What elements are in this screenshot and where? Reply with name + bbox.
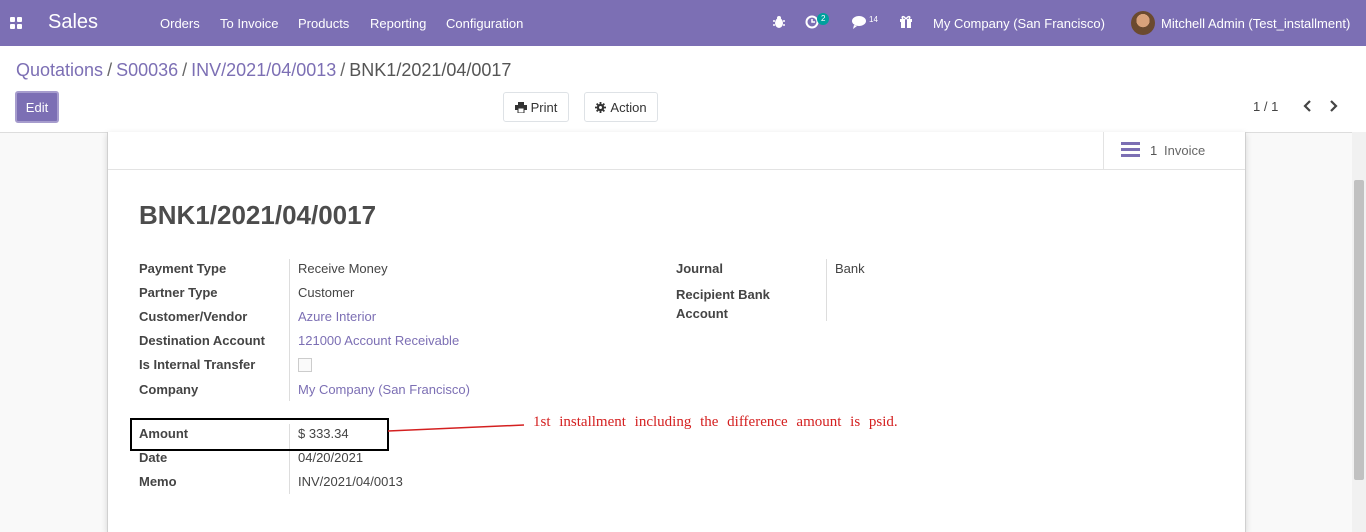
smart-button-box: 1 Invoice xyxy=(108,132,1245,170)
date-label: Date xyxy=(139,450,168,465)
edit-button-label: Edit xyxy=(25,99,49,115)
field-divider xyxy=(289,259,290,401)
form-sheet: 1 Invoice BNK1/2021/04/0017 Payment Type… xyxy=(107,132,1246,532)
breadcrumb-quotations[interactable]: Quotations xyxy=(16,60,103,80)
invoice-smart-button[interactable]: 1 Invoice xyxy=(1103,132,1245,170)
pager-value[interactable]: 1 / 1 xyxy=(1253,99,1278,114)
record-title: BNK1/2021/04/0017 xyxy=(139,200,377,230)
action-button[interactable]: Action xyxy=(584,92,658,122)
company-label: Company xyxy=(139,382,199,397)
annotation-arrow xyxy=(388,424,525,432)
scrollbar[interactable] xyxy=(1352,132,1366,532)
destination-account-label: Destination Account xyxy=(139,333,265,348)
edit-button[interactable]: Edit xyxy=(15,91,59,123)
partner-type-label: Partner Type xyxy=(139,285,218,300)
breadcrumb-invoice[interactable]: INV/2021/04/0013 xyxy=(191,60,336,80)
journal-label: Journal xyxy=(676,261,723,276)
annotation-note: 1st installment including the difference… xyxy=(533,414,898,430)
payment-type-label: Payment Type xyxy=(139,261,227,276)
partner-type-value: Customer xyxy=(298,285,355,300)
internal-transfer-label: Is Internal Transfer xyxy=(139,357,256,372)
gear-icon xyxy=(595,101,607,113)
destination-account-link[interactable]: 121000 Account Receivable xyxy=(298,333,459,348)
top-navbar: Sales Orders To Invoice Products Reporti… xyxy=(0,0,1366,46)
list-icon xyxy=(1121,142,1140,158)
field-divider xyxy=(826,259,827,321)
chevron-right-icon[interactable] xyxy=(1328,99,1342,115)
print-button-label: Print xyxy=(530,99,558,115)
chevron-left-icon[interactable] xyxy=(1301,99,1315,115)
breadcrumb-current: BNK1/2021/04/0017 xyxy=(349,60,512,80)
menu-products[interactable]: Products xyxy=(298,16,349,31)
company-link[interactable]: My Company (San Francisco) xyxy=(298,382,470,397)
company-switcher[interactable]: My Company (San Francisco) xyxy=(933,16,1105,31)
breadcrumb: Quotations / S00036/INV/2021/04/0013/BNK1/… xyxy=(16,60,512,80)
bug-icon[interactable] xyxy=(772,15,786,32)
journal-value: Bank xyxy=(835,261,865,276)
avatar[interactable] xyxy=(1131,11,1155,35)
app-title[interactable]: Sales xyxy=(48,11,98,34)
memo-label: Memo xyxy=(139,474,177,489)
customer-vendor-link[interactable]: Azure Interior xyxy=(298,309,376,324)
menu-reporting[interactable]: Reporting xyxy=(370,16,426,31)
menu-to-invoice[interactable]: To Invoice xyxy=(220,16,279,31)
internal-transfer-checkbox xyxy=(298,358,312,372)
payment-type-value: Receive Money xyxy=(298,261,388,276)
breadcrumb-order[interactable]: S00036 xyxy=(116,60,178,80)
gift-icon[interactable] xyxy=(899,14,913,31)
invoice-count: 1 xyxy=(1150,143,1158,158)
action-button-label: Action xyxy=(610,99,647,115)
invoice-label: Invoice xyxy=(1164,143,1206,158)
scrollbar-thumb[interactable] xyxy=(1354,180,1364,480)
date-value: 04/20/2021 xyxy=(298,450,364,465)
menu-orders[interactable]: Orders xyxy=(160,16,200,31)
amount-highlight-box xyxy=(130,418,389,451)
print-button[interactable]: Print xyxy=(503,92,569,122)
message-count: 14 xyxy=(869,15,878,24)
customer-vendor-label: Customer/Vendor xyxy=(139,309,248,324)
recipient-bank-account-label: Recipient Bank Account xyxy=(676,287,770,321)
activity-count-badge: 2 xyxy=(817,13,830,25)
apps-grid-icon[interactable] xyxy=(10,17,22,29)
user-menu[interactable]: Mitchell Admin (Test_installment) xyxy=(1161,16,1350,31)
memo-value: INV/2021/04/0013 xyxy=(298,474,403,489)
print-icon xyxy=(514,101,527,113)
chat-icon[interactable] xyxy=(851,15,867,32)
menu-configuration[interactable]: Configuration xyxy=(446,16,523,31)
